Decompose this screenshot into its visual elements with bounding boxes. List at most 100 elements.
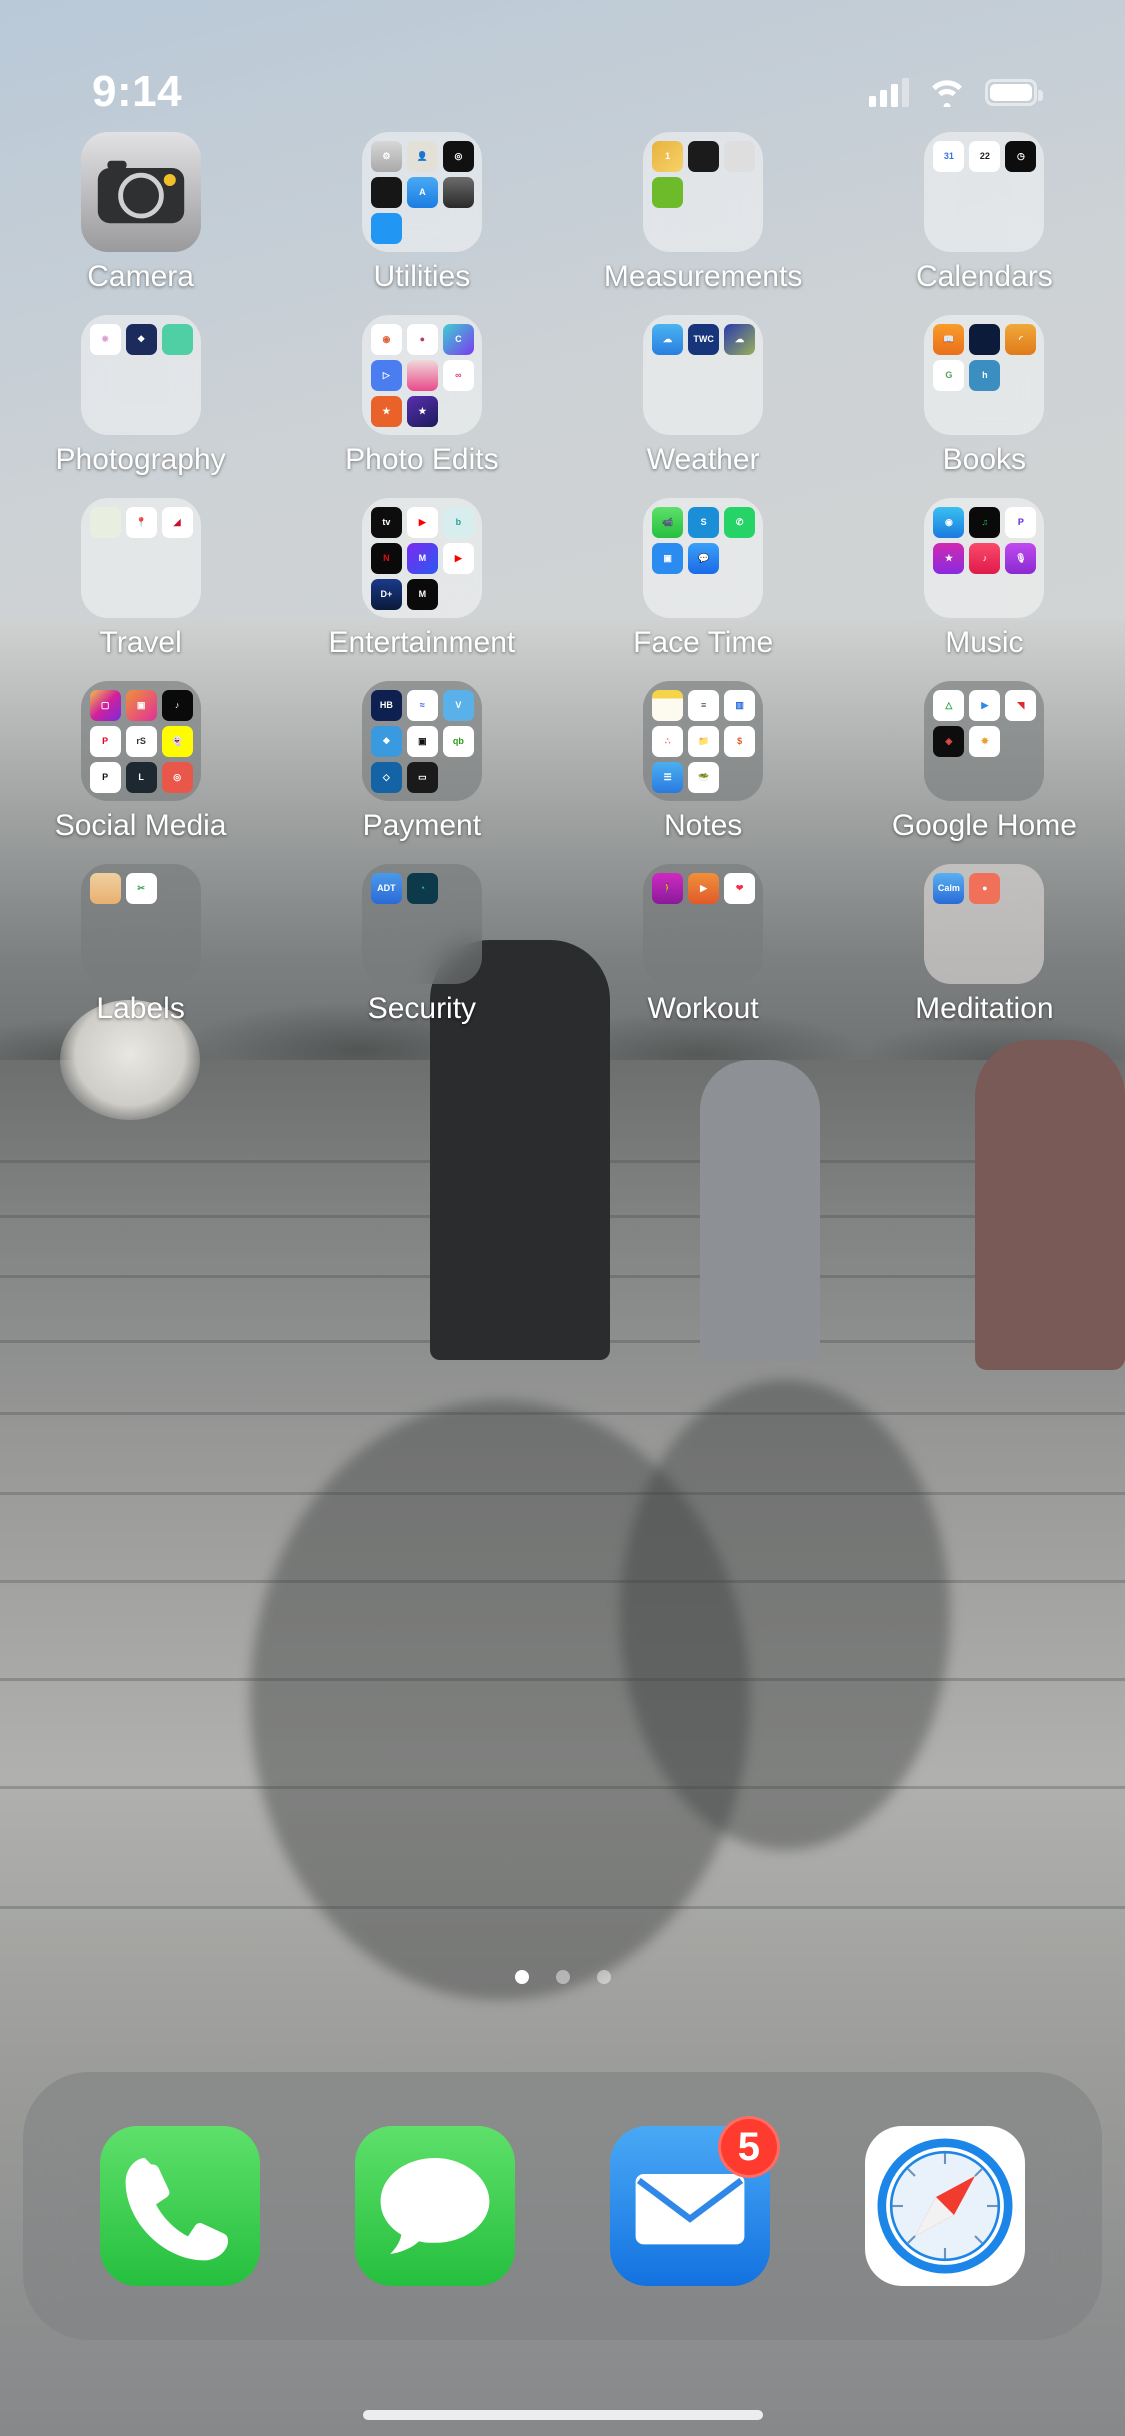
folder-mini-icon: P xyxy=(89,762,121,793)
folder-mini-icon: 1 xyxy=(652,141,684,172)
folder-weather[interactable]: ☁ TWC ☁ Weather xyxy=(563,315,844,498)
folder-mini-icon: 👻 xyxy=(161,726,193,757)
folder-meditation[interactable]: Calm ● Meditation xyxy=(844,864,1125,1047)
folder-mini-icon: Calm xyxy=(933,873,965,904)
item-label: Measurements xyxy=(603,260,803,293)
folder-mini-icon: ♪ xyxy=(161,690,193,721)
folder-google-home[interactable]: △ ▶ ◥ ◈ ✸ Google Home xyxy=(844,681,1125,864)
item-label: Notes xyxy=(663,809,743,842)
home-indicator xyxy=(362,2410,763,2420)
dock-item-mail[interactable]: 5 xyxy=(609,2116,780,2286)
item-label: Entertainment xyxy=(328,626,516,659)
dock: 5 xyxy=(23,2072,1102,2340)
item-label: Travel xyxy=(99,626,182,659)
folder-mini-icon: ❖ xyxy=(370,726,402,757)
folder-mini-icon: 📹 xyxy=(652,507,684,538)
folder-notes[interactable]: ≡ ▥ ∴ 📁 $ ☰ 🥗 Notes xyxy=(563,681,844,864)
folder-mini-icon: ☁ xyxy=(724,324,756,355)
folder-photography[interactable]: ✸ ❖ Photography xyxy=(0,315,281,498)
item-label: Photo Edits xyxy=(345,443,499,476)
dock-item-messages[interactable] xyxy=(355,2126,516,2286)
folder-payment[interactable]: HB ≈ V ❖ ▣ qb ◇ ▭ Payment xyxy=(281,681,562,864)
folder-preview: 📹 S ✆ ▣ 💬 xyxy=(643,498,764,618)
folder-mini-icon: ▣ xyxy=(652,543,684,574)
folder-labels[interactable]: ✂ Labels xyxy=(0,864,281,1047)
folder-workout[interactable]: 🚶 ▶ ❤ Workout xyxy=(563,864,844,1047)
folder-mini-icon: HB xyxy=(370,690,402,721)
wifi-icon xyxy=(932,80,962,107)
folder-music[interactable]: ◉ ♫ P ★ ♪ 🎙 Music xyxy=(844,498,1125,681)
folder-mini-icon: 🥗 xyxy=(688,762,720,793)
folder-mini-icon xyxy=(969,324,1001,355)
folder-preview: 31 22 ◷ xyxy=(924,132,1045,252)
folder-photo-edits[interactable]: ◉ ● C ▷ ∞ ★ ★ Photo Edits xyxy=(281,315,562,498)
item-label: Weather xyxy=(646,443,760,476)
folder-mini-icon: ▥ xyxy=(724,690,756,721)
folder-measurements[interactable]: 1 Measurements xyxy=(563,132,844,315)
folder-mini-icon: ▶ xyxy=(688,873,720,904)
folder-mini-icon: ≈ xyxy=(406,690,438,721)
folder-calendars[interactable]: 31 22 ◷ Calendars xyxy=(844,132,1125,315)
dock-item-phone[interactable] xyxy=(100,2126,261,2286)
folder-preview: ≡ ▥ ∴ 📁 $ ☰ 🥗 xyxy=(643,681,764,801)
folder-mini-icon: ✸ xyxy=(969,726,1001,757)
folder-mini-icon: ⚙ xyxy=(370,141,402,172)
folder-mini-icon xyxy=(89,507,121,538)
folder-mini-icon: h xyxy=(969,360,1001,391)
folder-preview: △ ▶ ◥ ◈ ✸ xyxy=(924,681,1045,801)
page-indicator[interactable] xyxy=(0,1970,1125,1984)
dock-item-safari[interactable] xyxy=(864,2126,1025,2286)
folder-mini-icon: G xyxy=(933,360,965,391)
folder-utilities[interactable]: ⚙ 👤 ◎ A Utilities xyxy=(281,132,562,315)
item-label: Workout xyxy=(647,992,759,1025)
wallpaper-figure-child xyxy=(700,1060,820,1360)
folder-mini-icon: ❖ xyxy=(125,324,157,355)
phone-icon xyxy=(125,2158,229,2261)
folder-mini-icon: ◇ xyxy=(370,762,402,793)
folder-mini-icon: 💬 xyxy=(688,543,720,574)
folder-mini-icon xyxy=(652,690,684,721)
folder-mini-icon xyxy=(370,213,402,244)
folder-mini-icon: ◈ xyxy=(933,726,965,757)
item-label: Meditation xyxy=(915,992,1054,1025)
folder-mini-icon: ◢ xyxy=(161,507,193,538)
folder-mini-icon: ☁ xyxy=(652,324,684,355)
page-dot-2[interactable] xyxy=(555,1970,570,1984)
folder-mini-icon: L xyxy=(125,762,157,793)
item-label: Payment xyxy=(362,809,482,842)
folder-mini-icon: $ xyxy=(724,726,756,757)
page-dot-1[interactable] xyxy=(514,1970,529,1984)
folder-security[interactable]: ADT ◔ Security xyxy=(281,864,562,1047)
folder-books[interactable]: 📖 ◜ Gh Books xyxy=(844,315,1125,498)
folder-mini-icon: ▶ xyxy=(969,690,1001,721)
folder-mini-icon: M xyxy=(406,543,438,574)
folder-mini-icon: ◜ xyxy=(1005,324,1037,355)
folder-mini-icon: ▢ xyxy=(89,690,121,721)
folder-travel[interactable]: 📍 ◢ Travel xyxy=(0,498,281,681)
folder-mini-icon: ▭ xyxy=(406,762,438,793)
folder-mini-icon xyxy=(724,141,756,172)
app-camera[interactable]: Camera xyxy=(0,132,281,315)
folder-mini-icon: D+ xyxy=(370,579,402,610)
folder-mini-icon: A xyxy=(406,177,438,208)
folder-face-time[interactable]: 📹 S ✆ ▣ 💬 Face Time xyxy=(563,498,844,681)
folder-mini-icon: ▣ xyxy=(406,726,438,757)
item-label: Social Media xyxy=(54,809,227,842)
folder-mini-icon: 🚶 xyxy=(652,873,684,904)
folder-entertainment[interactable]: tv ▶ b N M ▶ D+ M Entertainment xyxy=(281,498,562,681)
folder-mini-icon: ❤ xyxy=(724,873,756,904)
folder-mini-icon xyxy=(688,141,720,172)
folder-mini-icon: ◷ xyxy=(1005,141,1037,172)
folder-preview: 🚶 ▶ ❤ xyxy=(643,864,764,984)
messages-icon xyxy=(380,2158,490,2254)
folder-preview: ⚙ 👤 ◎ A xyxy=(361,132,482,252)
item-label: Security xyxy=(367,992,477,1025)
folder-mini-icon xyxy=(442,177,474,208)
folder-social-media[interactable]: ▢ ▣ ♪ PrS 👻 P L ◎ Social Media xyxy=(0,681,281,864)
folder-mini-icon: △ xyxy=(933,690,965,721)
folder-mini-icon: ◎ xyxy=(161,762,193,793)
folder-mini-icon: ▶ xyxy=(442,543,474,574)
folder-mini-icon: b xyxy=(442,507,474,538)
mail-badge: 5 xyxy=(717,2116,780,2178)
page-dot-3[interactable] xyxy=(596,1970,611,1984)
